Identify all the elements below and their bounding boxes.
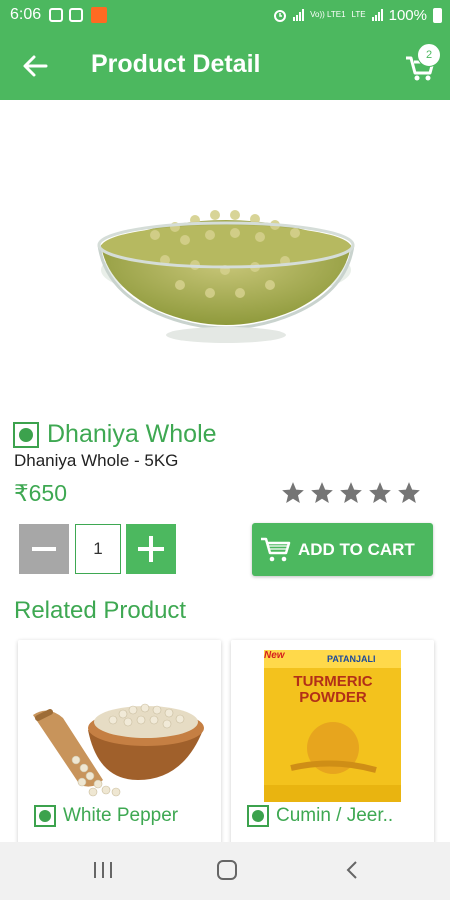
add-to-cart-label: ADD TO CART [298, 539, 415, 559]
gallery-icon [69, 8, 84, 22]
alarm-icon [274, 10, 287, 22]
signal-icon-2 [371, 9, 383, 21]
network-label: Vo)) LTE1 [310, 10, 346, 19]
network-type: LTE [351, 10, 366, 19]
product-thumbnail [231, 640, 434, 805]
battery-level: 100% [388, 6, 427, 24]
add-to-cart-button[interactable]: ADD TO CART [252, 523, 433, 576]
recent-apps-icon[interactable] [90, 857, 116, 883]
back-icon[interactable] [340, 857, 366, 883]
arrow-left-icon[interactable] [20, 52, 50, 80]
status-indicators: Vo)) LTE1 LTE 100% [273, 7, 442, 24]
pack-badge: New [264, 650, 285, 661]
star-icon[interactable] [367, 480, 393, 506]
product-price: ₹650 [14, 480, 68, 506]
rating-stars[interactable] [280, 480, 422, 506]
star-icon[interactable] [280, 480, 306, 506]
pack-title: TURMERIC POWDER [293, 673, 373, 706]
product-subtitle: Dhaniya Whole - 5KG [14, 451, 179, 470]
star-icon[interactable] [309, 480, 335, 506]
instagram-icon [49, 8, 64, 22]
card-label-row: White Pepper [34, 805, 178, 827]
battery-icon [433, 7, 442, 23]
plus-icon [138, 536, 164, 562]
home-icon[interactable] [214, 857, 240, 883]
star-icon[interactable] [338, 480, 364, 506]
system-nav-bar [0, 842, 450, 900]
decrease-quantity-button[interactable] [19, 524, 69, 574]
signal-icon [293, 9, 305, 21]
related-product-name: White Pepper [63, 805, 179, 826]
related-products-title: Related Product [14, 597, 187, 624]
app-notification-icon [91, 7, 108, 23]
related-product-card[interactable]: New PATANJALI TURMERIC POWDER Cumin / Je… [231, 640, 434, 850]
quantity-input[interactable] [75, 524, 121, 574]
related-product-name: Cumin / Jeer.. [276, 805, 394, 826]
veg-indicator-icon [247, 805, 269, 827]
increase-quantity-button[interactable] [126, 524, 176, 574]
status-bar: 6:06 Vo)) LTE1 LTE 100% [0, 0, 450, 30]
app-bar: Product Detail [0, 30, 450, 100]
veg-indicator-icon [13, 421, 39, 448]
page-title: Product Detail [91, 50, 261, 78]
related-product-card[interactable]: White Pepper [18, 640, 221, 850]
star-icon[interactable] [396, 480, 422, 506]
cart-icon [261, 537, 291, 561]
product-thumbnail [18, 640, 221, 805]
card-label-row: Cumin / Jeer.. [247, 805, 393, 827]
veg-indicator-icon [34, 805, 56, 827]
minus-icon [32, 547, 56, 551]
product-name-row: Dhaniya Whole [13, 420, 217, 449]
product-name: Dhaniya Whole [47, 420, 217, 448]
pack-brand: PATANJALI [327, 654, 376, 664]
cart-count-badge: 2 [417, 43, 441, 67]
product-image [97, 210, 355, 343]
status-time: 6:06 [10, 6, 42, 23]
